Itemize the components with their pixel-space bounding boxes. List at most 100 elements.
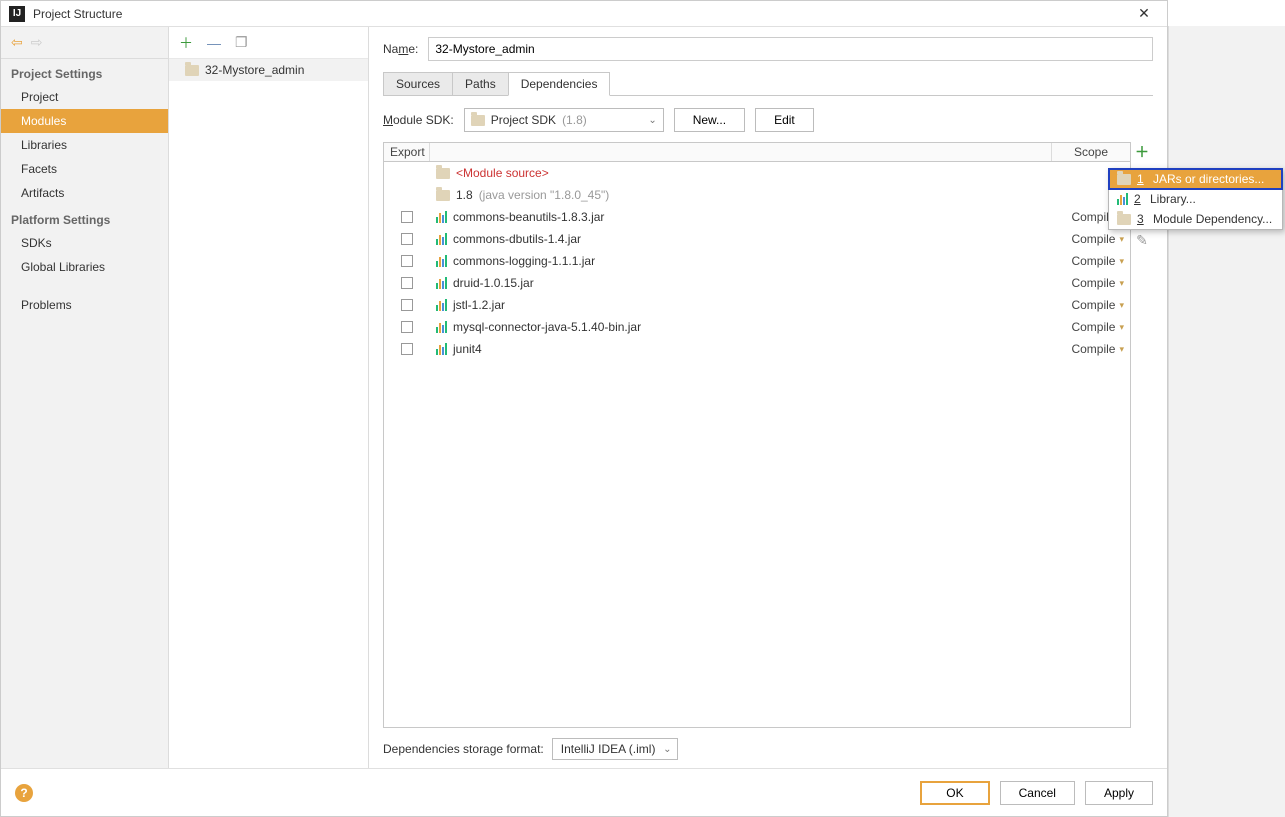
jdk-row[interactable]: 1.8 (java version "1.8.0_45") [384,184,1130,206]
cancel-button[interactable]: Cancel [1000,781,1075,805]
nav-item-modules[interactable]: Modules [1,109,168,133]
close-button[interactable]: ✕ [1129,5,1159,22]
sdk-edit-button[interactable]: Edit [755,108,814,132]
scope-value[interactable]: Compile [1071,276,1115,290]
export-checkbox[interactable] [401,299,413,311]
chevron-down-icon: ▾ [1119,300,1124,311]
dependency-name: commons-dbutils-1.4.jar [453,232,581,246]
folder-icon [185,65,199,76]
dependency-name: mysql-connector-java-5.1.40-bin.jar [453,320,641,334]
nav-item-project[interactable]: Project [1,85,168,109]
nav-item-artifacts[interactable]: Artifacts [1,181,168,205]
module-toolbar: ＋ — ❐ [169,27,368,59]
add-dependency-icon[interactable]: ＋ [1134,144,1150,160]
nav-item-libraries[interactable]: Libraries [1,133,168,157]
module-source-label: <Module source> [456,166,549,180]
storage-row: Dependencies storage format: IntelliJ ID… [383,738,1153,760]
nav-item-facets[interactable]: Facets [1,157,168,181]
popup-item-library[interactable]: 2 Library... [1109,189,1282,209]
nav-item-problems[interactable]: Problems [1,293,168,317]
chevron-down-icon: ⌄ [663,744,671,755]
tab-paths[interactable]: Paths [452,72,509,96]
name-row: Name: [383,37,1153,61]
scope-value[interactable]: Compile [1071,254,1115,268]
body: ⇦ ⇨ Project Settings ProjectModulesLibra… [1,27,1167,768]
nav-arrows: ⇦ ⇨ [1,27,168,59]
popup-item-module-dependency[interactable]: 3Module Dependency... [1109,209,1282,229]
chevron-down-icon: ▾ [1119,256,1124,267]
popup-label: Library... [1150,192,1196,206]
library-icon [436,321,447,333]
scope-value[interactable]: Compile [1071,298,1115,312]
export-checkbox[interactable] [401,255,413,267]
remove-module-icon[interactable]: — [207,35,221,51]
edit-dependency-icon[interactable]: ✎ [1134,232,1150,248]
module-sdk-select[interactable]: Project SDK (1.8) ⌄ [464,108,664,132]
dependency-row[interactable]: commons-dbutils-1.4.jarCompile▾ [384,228,1130,250]
dependency-name: junit4 [453,342,482,356]
chevron-down-icon: ⌄ [648,115,656,126]
apply-button[interactable]: Apply [1085,781,1153,805]
sdk-version: (1.8) [562,113,587,127]
storage-format-select[interactable]: IntelliJ IDEA (.iml) ⌄ [552,738,679,760]
export-checkbox[interactable] [401,277,413,289]
folder-icon [436,168,450,179]
storage-value: IntelliJ IDEA (.iml) [561,742,656,756]
library-icon [1117,193,1128,205]
sdk-value: Project SDK [491,113,556,127]
dependency-row[interactable]: mysql-connector-java-5.1.40-bin.jar Compi… [384,316,1130,338]
export-checkbox[interactable] [401,233,413,245]
tab-dependencies[interactable]: Dependencies [508,72,611,96]
popup-label: JARs or directories... [1153,172,1264,186]
scope-value[interactable]: Compile [1071,320,1115,334]
header-name[interactable] [430,143,1052,161]
ok-button[interactable]: OK [920,781,989,805]
dependency-row[interactable]: junit4Compile▾ [384,338,1130,360]
module-source-row[interactable]: <Module source> [384,162,1130,184]
sdk-new-button[interactable]: New... [674,108,745,132]
dependency-row[interactable]: jstl-1.2.jarCompile▾ [384,294,1130,316]
chevron-down-icon: ▾ [1119,322,1124,333]
module-tree-item[interactable]: 32-Mystore_admin [169,59,368,81]
nav-item-sdks[interactable]: SDKs [1,231,168,255]
name-label: Name: [383,42,418,56]
popup-item-jars-or-directories[interactable]: 1 JARs or directories... [1109,169,1282,189]
back-button[interactable]: ⇦ [11,34,23,51]
forward-button[interactable]: ⇨ [31,34,43,51]
project-structure-window: IJ Project Structure ✕ ⇦ ⇨ Project Setti… [0,0,1168,817]
footer: ? OK Cancel Apply [1,768,1167,816]
popup-shortcut: 1 [1137,172,1147,186]
tab-sources[interactable]: Sources [383,72,453,96]
copy-module-icon[interactable]: ❐ [235,34,248,51]
jdk-name: 1.8 [456,188,473,202]
export-checkbox[interactable] [401,343,413,355]
library-icon [436,299,447,311]
popup-shortcut: 2 [1134,192,1144,206]
titlebar: IJ Project Structure ✕ [1,1,1167,27]
library-icon [436,277,447,289]
window-title: Project Structure [33,7,1129,21]
export-checkbox[interactable] [401,321,413,333]
popup-shortcut: 3 [1137,212,1147,226]
dependency-name: commons-beanutils-1.8.3.jar [453,210,604,224]
nav-item-global-libraries[interactable]: Global Libraries [1,255,168,279]
background-area [1168,26,1285,817]
help-icon[interactable]: ? [15,784,33,802]
add-module-icon[interactable]: ＋ [179,33,193,53]
export-checkbox[interactable] [401,211,413,223]
section-platform-settings: Platform Settings [1,205,168,231]
dependency-row[interactable]: commons-beanutils-1.8.3.jarCompile▾ [384,206,1130,228]
dependency-row[interactable]: druid-1.0.15.jarCompile▾ [384,272,1130,294]
dependency-row[interactable]: commons-logging-1.1.1.jarCompile▾ [384,250,1130,272]
name-input[interactable] [428,37,1153,61]
dependencies-header: Export Scope [384,143,1130,162]
dependencies-table: Export Scope <Module source> [383,142,1131,728]
header-scope[interactable]: Scope [1052,143,1130,161]
scope-value[interactable]: Compile [1071,232,1115,246]
scope-value[interactable]: Compile [1071,342,1115,356]
header-export[interactable]: Export [384,143,430,161]
module-name: 32-Mystore_admin [205,63,304,77]
details-panel: Name: SourcesPathsDependencies Module SD… [369,27,1167,768]
module-sdk-label: Module SDK: [383,113,454,127]
folder-icon [471,115,485,126]
